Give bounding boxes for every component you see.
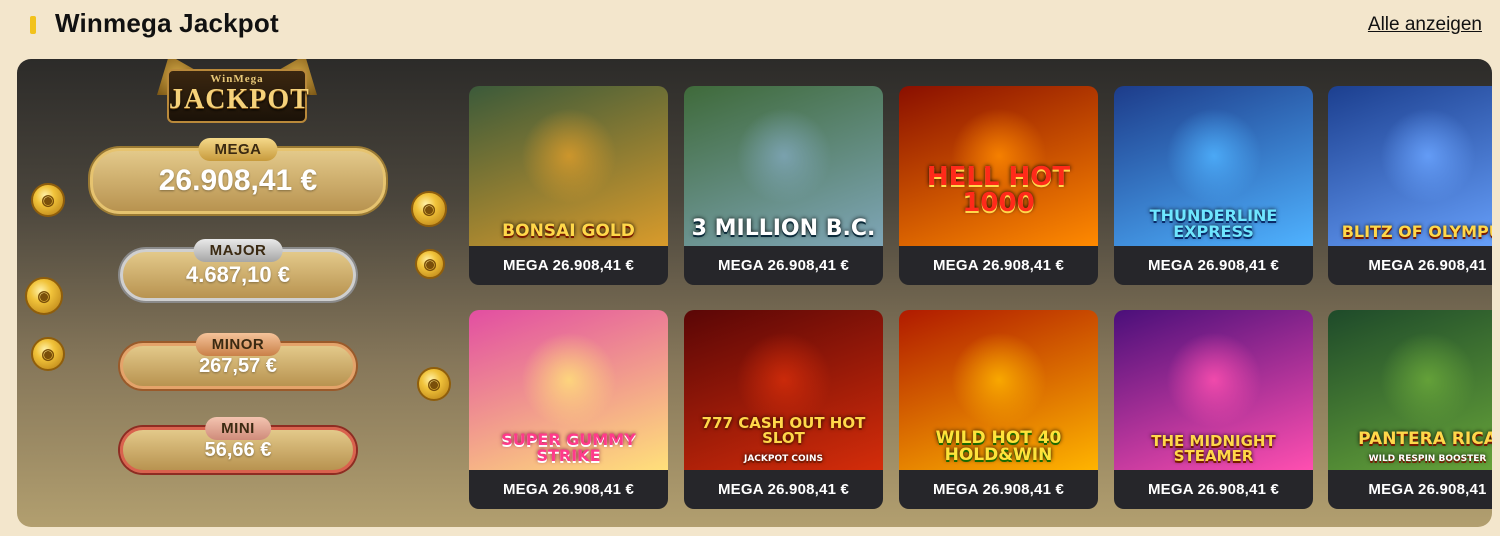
game-title: THUNDERLINE EXPRESS xyxy=(1149,206,1278,241)
game-art: THUNDERLINE EXPRESS xyxy=(1114,86,1313,246)
game-title: BLITZ OF OLYMPUS xyxy=(1341,222,1492,241)
game-emblem xyxy=(1379,108,1476,204)
jackpot-major: 4.687,10 € MAJOR xyxy=(120,239,356,301)
game-emblem xyxy=(1379,332,1476,428)
game-art: THE MIDNIGHT STEAMER xyxy=(1114,310,1313,470)
game-prize: MEGA 26.908,41 xyxy=(1328,246,1492,285)
jackpot-logo: WinMega JACKPOT xyxy=(157,59,317,129)
logo-plate: WinMega JACKPOT xyxy=(167,69,310,123)
game-tile-pantera-rica[interactable]: PANTERA RICA WILD RESPIN BOOSTER MEGA 26… xyxy=(1328,310,1492,509)
game-emblem xyxy=(950,332,1047,428)
game-prize: MEGA 26.908,41 € xyxy=(469,246,668,285)
game-prize: MEGA 26.908,41 € xyxy=(1114,246,1313,285)
game-title: SUPER GUMMY STRIKE xyxy=(501,430,636,465)
game-tile-super-gummy-strike[interactable]: SUPER GUMMY STRIKE MEGA 26.908,41 € xyxy=(469,310,668,509)
jackpot-mini: 56,66 € MINI xyxy=(120,417,356,473)
game-art: SUPER GUMMY STRIKE xyxy=(469,310,668,470)
game-art: 777 CASH OUT HOT SLOT JACKPOT COINS xyxy=(684,310,883,470)
game-title: BONSAI GOLD xyxy=(502,221,635,241)
game-prize: MEGA 26.908,41 € xyxy=(469,470,668,509)
game-art: BONSAI GOLD xyxy=(469,86,668,246)
game-tile-3-million-bc[interactable]: 3 MILLION B.C. MEGA 26.908,41 € xyxy=(684,86,883,285)
game-emblem xyxy=(735,108,832,204)
game-prize: MEGA 26.908,41 € xyxy=(899,470,1098,509)
jackpot-mega-tag: MEGA xyxy=(198,138,278,161)
game-tile-hell-hot-1000[interactable]: HELL HOT 1000 MEGA 26.908,41 € xyxy=(899,86,1098,285)
game-tile-hot-slot[interactable]: 777 CASH OUT HOT SLOT JACKPOT COINS MEGA… xyxy=(684,310,883,509)
section-title: Winmega Jackpot xyxy=(55,8,279,38)
game-art: BLITZ OF OLYMPUS xyxy=(1328,86,1492,246)
game-emblem xyxy=(1165,108,1262,204)
game-title: 777 CASH OUT HOT SLOT xyxy=(701,414,866,447)
jackpot-panel: WinMega JACKPOT ◉ ◉ ◉ ◉ ◉ ◉ 26.908,41 € … xyxy=(17,59,1492,527)
game-tile-bonsai-gold[interactable]: BONSAI GOLD MEGA 26.908,41 € xyxy=(469,86,668,285)
game-tile-blitz-of-olympus[interactable]: BLITZ OF OLYMPUS MEGA 26.908,41 xyxy=(1328,86,1492,285)
game-tile-thunderline-express[interactable]: THUNDERLINE EXPRESS MEGA 26.908,41 € xyxy=(1114,86,1313,285)
game-art: 3 MILLION B.C. xyxy=(684,86,883,246)
coin-icon: ◉ xyxy=(417,367,451,401)
game-tile-midnight-steamer[interactable]: THE MIDNIGHT STEAMER MEGA 26.908,41 € xyxy=(1114,310,1313,509)
coin-icon: ◉ xyxy=(415,249,445,279)
game-art: HELL HOT 1000 xyxy=(899,86,1098,246)
game-title: THE MIDNIGHT STEAMER xyxy=(1151,432,1276,465)
game-prize: MEGA 26.908,41 € xyxy=(899,246,1098,285)
section-header: Winmega Jackpot Alle anzeigen xyxy=(0,0,1500,52)
game-emblem xyxy=(1165,332,1262,428)
game-tile-wild-hot-40[interactable]: WILD HOT 40 HOLD&WIN MEGA 26.908,41 € xyxy=(899,310,1098,509)
game-title: PANTERA RICA xyxy=(1358,429,1492,449)
game-prize: MEGA 26.908,41 € xyxy=(1114,470,1313,509)
game-title: 3 MILLION B.C. xyxy=(691,216,876,241)
game-title: WILD HOT 40 HOLD&WIN xyxy=(935,428,1062,465)
jackpot-minor-tag: MINOR xyxy=(195,333,281,356)
game-emblem xyxy=(520,332,617,428)
game-subtitle: WILD RESPIN BOOSTER xyxy=(1368,454,1487,464)
game-art: PANTERA RICA WILD RESPIN BOOSTER xyxy=(1328,310,1492,470)
game-subtitle: JACKPOT COINS xyxy=(743,454,824,464)
game-art: WILD HOT 40 HOLD&WIN xyxy=(899,310,1098,470)
accent-bar xyxy=(30,16,36,34)
game-prize: MEGA 26.908,41 xyxy=(1328,470,1492,509)
logo-title: JACKPOT xyxy=(169,84,310,115)
coin-icon: ◉ xyxy=(25,277,63,315)
jackpot-major-tag: MAJOR xyxy=(193,239,283,262)
game-emblem xyxy=(520,108,617,204)
coin-icon: ◉ xyxy=(31,183,65,217)
jackpot-mini-tag: MINI xyxy=(205,417,271,440)
coin-icon: ◉ xyxy=(31,337,65,371)
coin-icon: ◉ xyxy=(411,191,447,227)
game-prize: MEGA 26.908,41 € xyxy=(684,246,883,285)
see-all-link[interactable]: Alle anzeigen xyxy=(1368,14,1482,36)
game-title: HELL HOT 1000 xyxy=(926,162,1071,218)
game-prize: MEGA 26.908,41 € xyxy=(684,470,883,509)
jackpot-minor: 267,57 € MINOR xyxy=(120,333,356,389)
jackpot-mega: 26.908,41 € MEGA xyxy=(90,138,386,214)
